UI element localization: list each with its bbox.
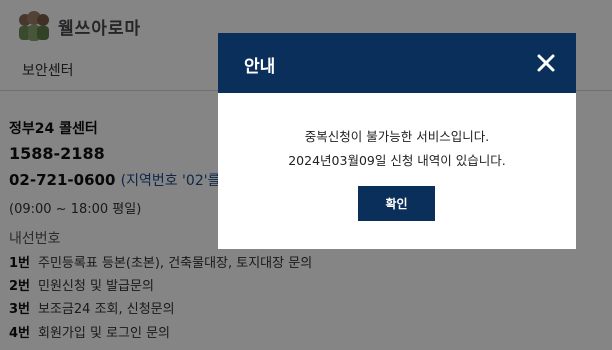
close-icon (537, 54, 555, 72)
dialog-message-line1: 중복신청이 불가능한 서비스입니다. (304, 129, 490, 144)
confirm-button[interactable]: 확인 (358, 186, 435, 221)
dialog-header: 안내 (218, 33, 576, 93)
dialog-body: 중복신청이 불가능한 서비스입니다. 2024년03월09일 신청 내역이 있습… (218, 93, 576, 249)
close-button[interactable] (530, 47, 562, 79)
dialog-message-line2: 2024년03월09일 신청 내역이 있습니다. (288, 153, 506, 168)
dialog-title: 안내 (244, 57, 276, 77)
notice-dialog: 안내 중복신청이 불가능한 서비스입니다. 2024년03월09일 신청 내역이… (218, 33, 576, 249)
